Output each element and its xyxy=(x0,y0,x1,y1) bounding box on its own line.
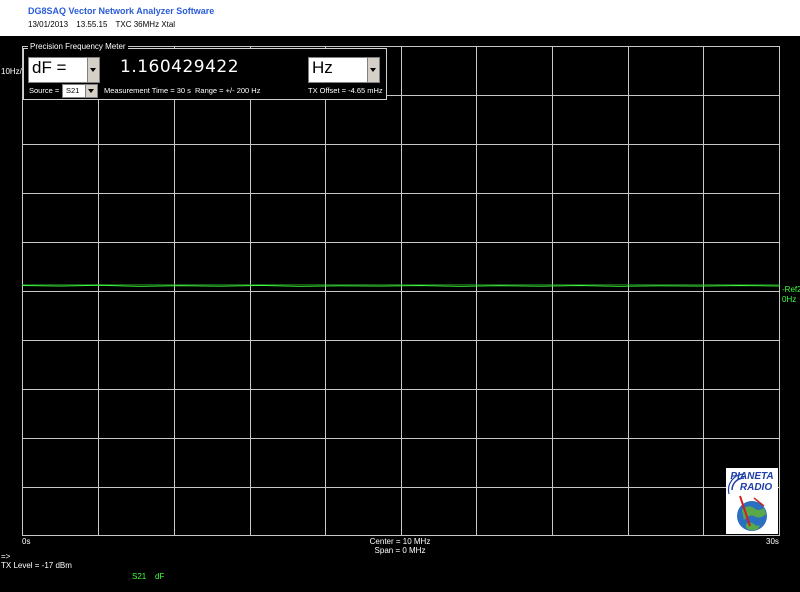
header-info: 13/01/2013 13.55.15 TXC 36MHz Xtal xyxy=(28,20,181,29)
frequency-meter-panel: Precision Frequency Meter dF = 1.1604294… xyxy=(23,42,387,100)
trace-s21-label[interactable]: S21 xyxy=(132,572,146,581)
ref-marker-label: -Ref2 xyxy=(782,285,800,294)
source-label: Source = xyxy=(29,86,60,95)
app-title: DG8SAQ Vector Network Analyzer Software xyxy=(28,6,215,16)
mode-dropdown[interactable]: dF = xyxy=(28,57,100,83)
source-dropdown[interactable]: S21 xyxy=(62,84,98,98)
frequency-meter-title: Precision Frequency Meter xyxy=(28,42,128,51)
chevron-down-icon[interactable] xyxy=(87,58,99,82)
span-label: Span = 0 MHz xyxy=(374,546,426,555)
center-frequency-label: Center = 10 MHz xyxy=(369,537,431,546)
plot-grid xyxy=(21,46,781,536)
measurement-range: Range = +/- 200 Hz xyxy=(195,86,261,95)
header-label: TXC 36MHz Xtal xyxy=(115,20,176,29)
pianeta-radio-logo: PIANETA RADIO xyxy=(726,468,778,534)
header-date: 13/01/2013 xyxy=(28,20,69,29)
x-end-label: 30s xyxy=(766,537,779,546)
header-time: 13.55.15 xyxy=(76,20,108,29)
tx-offset: TX Offset = -4.65 mHz xyxy=(308,86,383,95)
chevron-down-icon[interactable] xyxy=(367,58,379,82)
y-scale-label: 10Hz/ xyxy=(1,67,22,76)
arrow-label: => xyxy=(1,552,11,561)
tx-level-label: TX Level = -17 dBm xyxy=(1,561,72,570)
ref-value-label: 0Hz xyxy=(782,295,797,304)
frequency-reading: 1.160429422 xyxy=(120,57,240,77)
plot-area[interactable]: 10Hz/ -Ref2 0Hz 0s 30s Center = 10 MHz S… xyxy=(0,36,800,592)
source-value: S21 xyxy=(66,86,80,95)
trace-line xyxy=(21,284,781,287)
trace-df-label[interactable]: dF xyxy=(155,572,164,581)
chevron-down-icon[interactable] xyxy=(85,85,97,97)
title-bar: DG8SAQ Vector Network Analyzer Software … xyxy=(0,0,800,36)
measurement-time: Measurement Time = 30 s xyxy=(104,86,191,95)
unit-value: Hz xyxy=(312,58,333,77)
x-start-label: 0s xyxy=(22,537,31,546)
unit-dropdown[interactable]: Hz xyxy=(308,57,380,83)
mode-value: dF = xyxy=(32,58,67,77)
logo-line2: RADIO xyxy=(740,482,772,493)
